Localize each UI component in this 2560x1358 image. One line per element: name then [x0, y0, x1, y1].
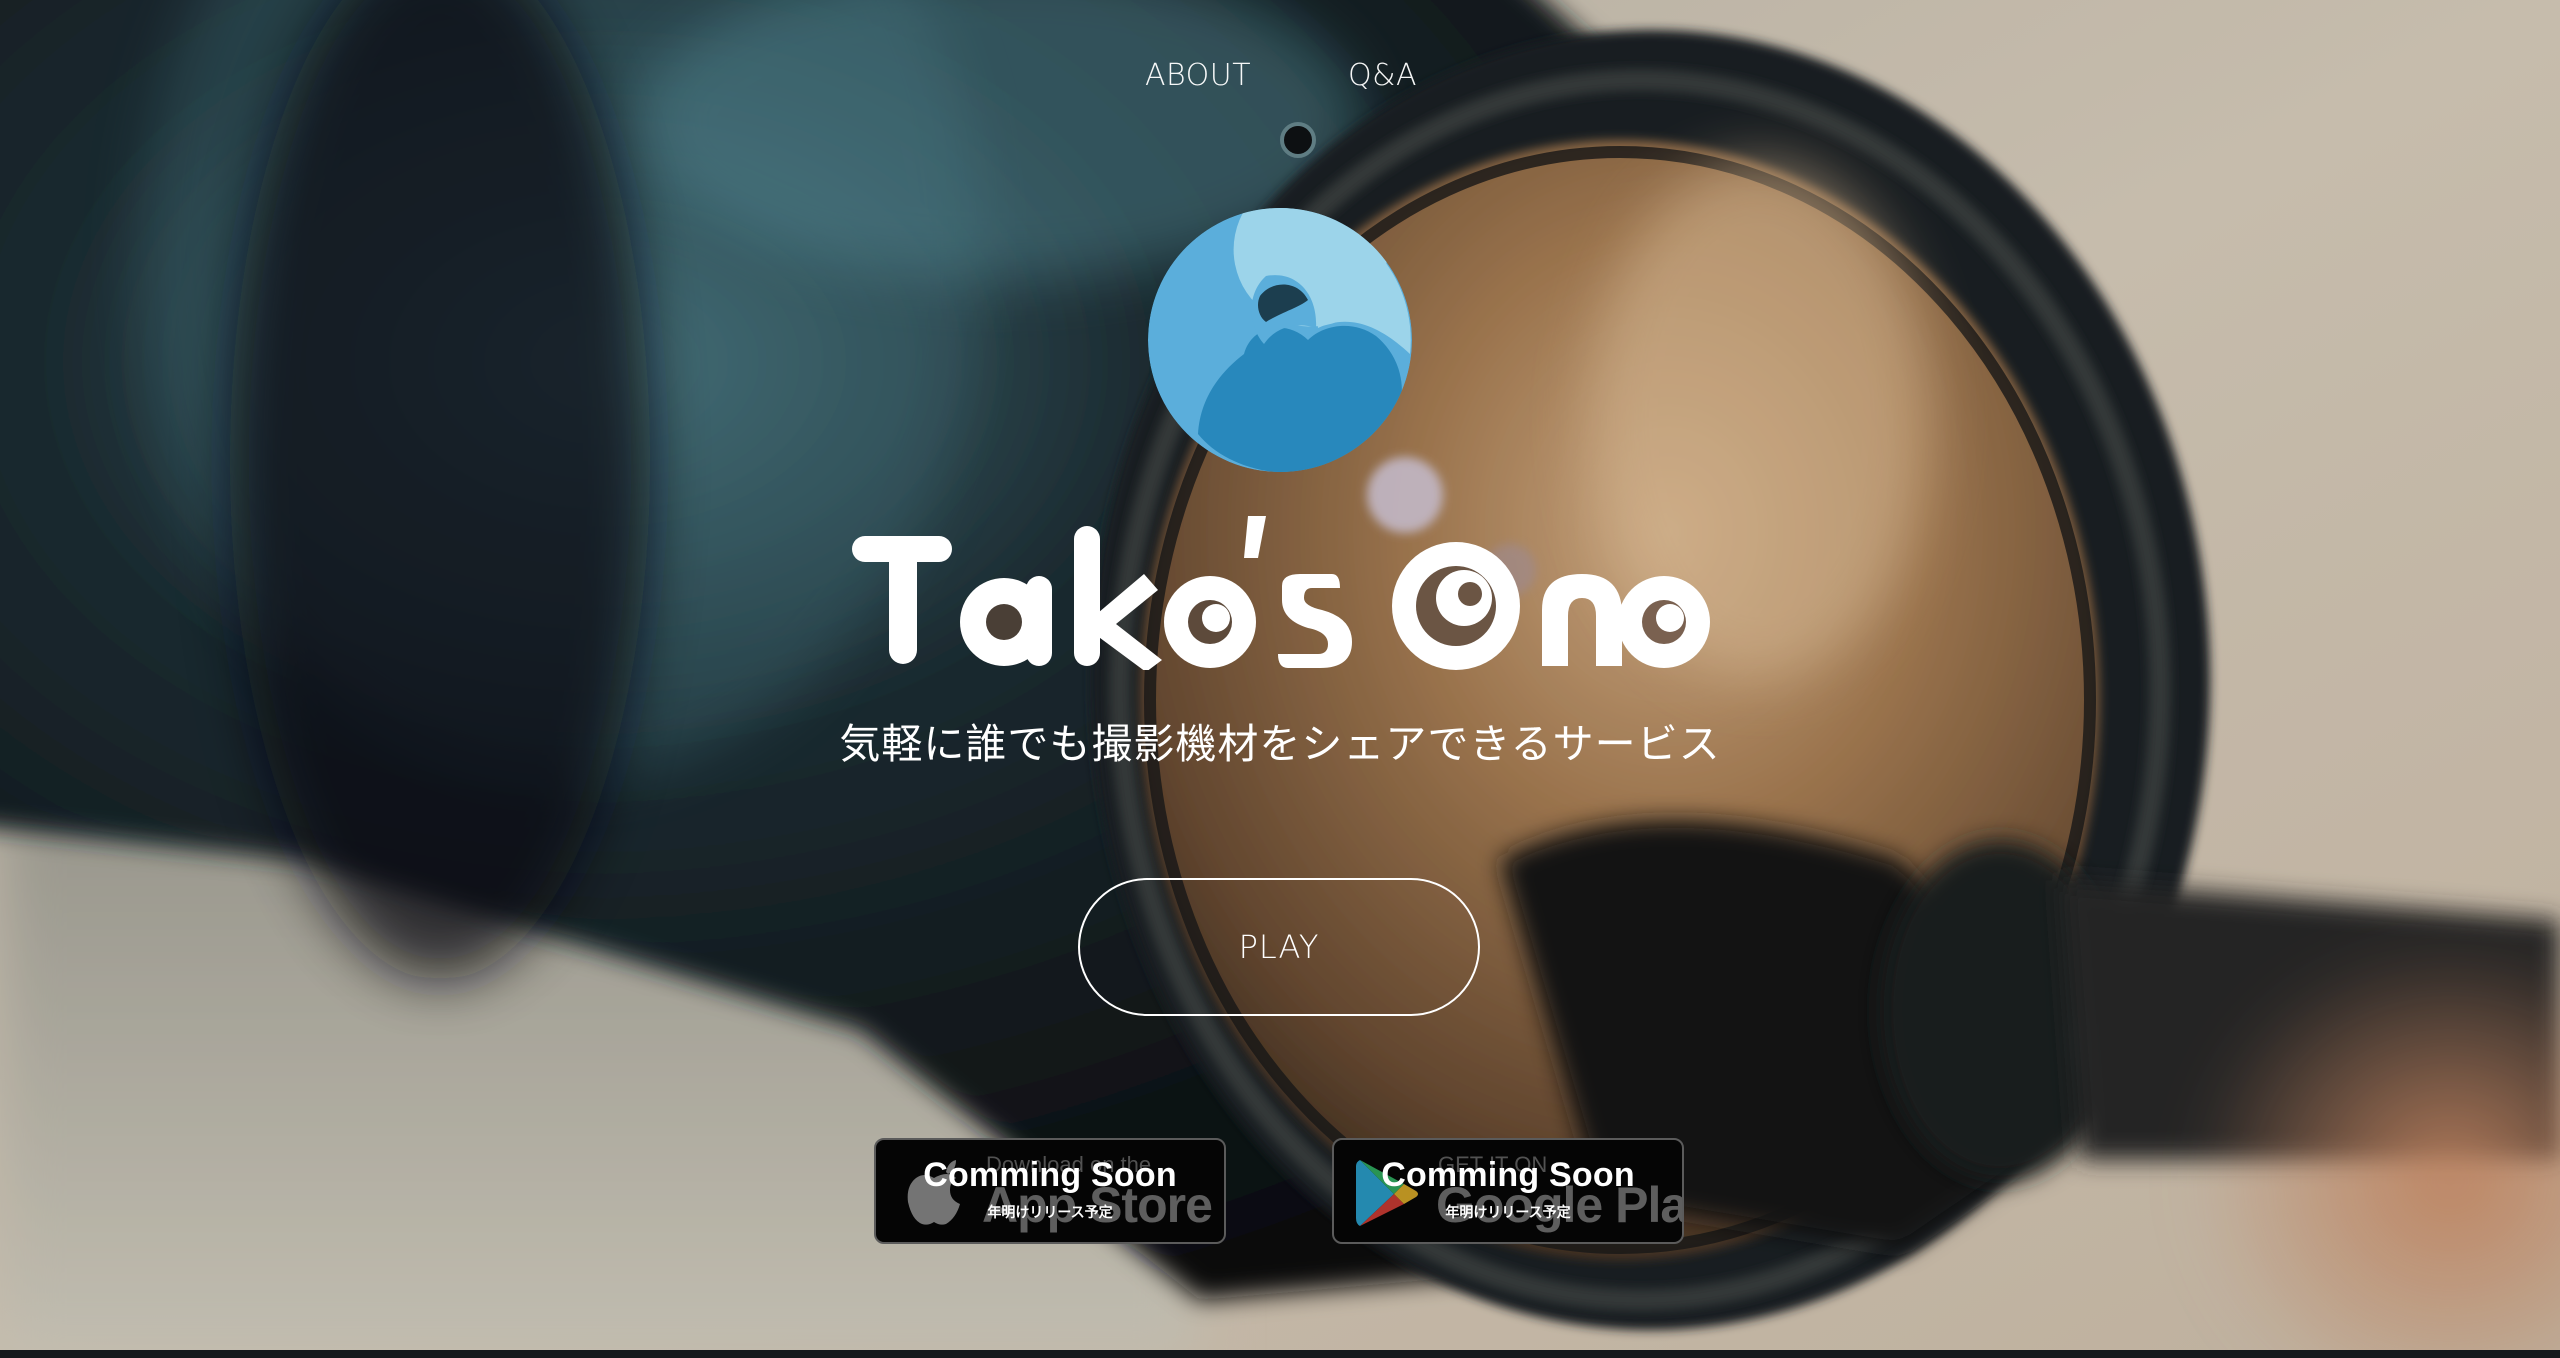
background-lens-photo: [0, 0, 2560, 1350]
takes-one-wordmark: [852, 516, 1710, 670]
app-store-release-note: 年明けリリース予定: [987, 1205, 1113, 1221]
nav-link-qa[interactable]: Q&A: [1348, 58, 1417, 93]
takes-one-logo-mark: [1148, 208, 1412, 472]
google-play-release-note: 年明けリリース予定: [1445, 1205, 1571, 1221]
google-play-badge[interactable]: GET IT ON Google Play Comming Soon 年明けリリ…: [1332, 1138, 1684, 1244]
page-bottom-edge: [0, 1350, 2560, 1358]
nav-link-about[interactable]: ABOUT: [1145, 58, 1251, 93]
hero-tagline: 気軽に誰でも撮影機材をシェアできるサービス: [839, 720, 1721, 768]
app-store-coming-soon: Comming Soon: [923, 1156, 1177, 1194]
play-button-label: PLAY: [1238, 928, 1320, 966]
app-store-badge[interactable]: Download on the App Store Comming Soon 年…: [874, 1138, 1226, 1244]
play-button[interactable]: PLAY: [1078, 878, 1480, 1016]
hero-section: ABOUT Q&A 気軽に誰でも撮影機材をシェアできるサービス PLAY Dow…: [0, 0, 2560, 1350]
google-play-coming-soon: Comming Soon: [1381, 1156, 1635, 1194]
